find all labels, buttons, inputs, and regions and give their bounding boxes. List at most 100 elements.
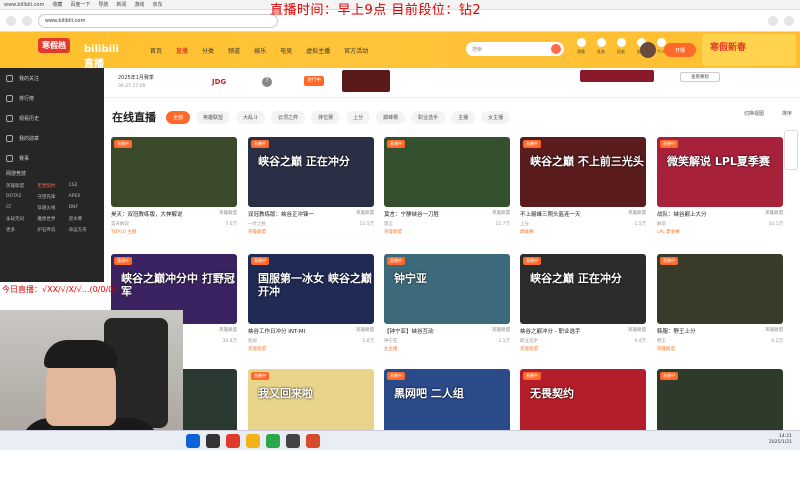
category-8[interactable]: DNF [69,205,98,211]
category-11[interactable]: 逆水寒 [69,216,98,222]
refresh-icon[interactable] [22,15,32,26]
category-7[interactable]: 穿越火线 [37,205,66,211]
card-tag[interactable]: 女主播 [384,346,510,352]
card-thumbnail[interactable]: 直播中 [111,137,237,207]
bookmark-6[interactable]: 京东 [152,1,162,8]
card-tag[interactable]: LPL 夏季赛 [657,229,783,235]
bookmark-0[interactable]: www.bilibili.com [4,2,44,8]
category-14[interactable]: 命运方舟 [69,227,98,233]
chip-2[interactable]: 大乱斗 [236,110,266,124]
chip-5[interactable]: 上分 [346,110,371,124]
card-title[interactable]: 韩服：野王上分 [657,327,696,335]
chip-3[interactable]: 云顶之弈 [271,110,306,124]
streamer-name[interactable]: 野王 [657,338,666,344]
avatar[interactable] [640,42,656,58]
card-thumbnail[interactable]: 直播中 峡谷之巅 不上前三光头 [520,137,646,207]
team-a[interactable]: JDG [212,78,226,86]
card-tag[interactable]: 巅峰赛 [520,229,646,235]
card-thumbnail[interactable]: 直播中 峡谷之巅 正在冲分 [248,137,374,207]
view-schedule-button[interactable]: 查看赛程 [680,72,720,82]
card-tag[interactable]: 英雄联盟 [657,346,783,352]
match-thumb[interactable] [342,70,390,92]
app-icon-1[interactable] [226,433,240,448]
live-card[interactable]: 直播中 昊天：双冠教练版，大神解说 英雄联盟 昊天解说 7.6万 TOP10 主播 [111,137,237,245]
live-card[interactable]: 直播中 莫言：宁静峡谷一刀胜 英雄联盟 莫言 15.7万 英雄联盟 [384,137,510,245]
live-card[interactable]: 直播中 韩服：野王上分 英雄联盟 野王 6.2万 英雄联盟 [657,254,783,362]
nav-item-2[interactable]: 分类 [202,46,214,55]
live-card[interactable]: 直播中 峡谷之巅 不上前三光头 不上巅峰三照头盔连一天 英雄联盟 上分 1.5万 巅峰赛 [520,137,646,245]
streamer-name[interactable]: 职业选手 [520,338,538,344]
system-clock[interactable]: 14:21 2025/1/21 [769,434,792,446]
nav-item-5[interactable]: 电竞 [280,46,292,55]
card-title[interactable]: 【钟宁亚】峡谷互动 [384,327,434,335]
back-icon[interactable] [6,15,16,26]
chip-0[interactable]: 全部 [166,110,191,124]
live-card[interactable]: 直播中 国服第一冰女 峡谷之巅开冲 峡谷工作日冲分 INT-MI 英雄联盟 巡视 5.8万… [248,254,374,362]
card-title[interactable]: 战队：峡谷巅上大分 [657,210,707,218]
card-thumbnail[interactable]: 直播中 黑网吧 二人组 [384,369,510,439]
card-title[interactable]: 峡谷工作日冲分 INT-MI [248,327,305,335]
sidebar-item-0[interactable]: 我的关注 [0,68,104,88]
category-1[interactable]: 无畏契约 [37,183,66,189]
bookmark-3[interactable]: 导航 [98,1,108,8]
tool-0[interactable]: 切换视图 [744,110,764,117]
bookmark-4[interactable]: 新闻 [116,1,126,8]
category-6[interactable]: CF [6,205,35,211]
search-task-icon[interactable] [206,433,220,448]
card-category[interactable]: 英雄联盟 [356,210,374,218]
chip-9[interactable]: 女主播 [481,110,511,124]
card-thumbnail[interactable]: 直播中 国服第一冰女 峡谷之巅开冲 [248,254,374,324]
card-thumbnail[interactable]: 直播中 峡谷之巅 正在冲分 [520,254,646,324]
card-thumbnail[interactable]: 直播中 [384,137,510,207]
streamer-name[interactable]: 解说 [657,221,666,227]
card-category[interactable]: 英雄联盟 [219,327,237,335]
header-icon-2[interactable]: 历史 [614,38,628,60]
floating-toolbar[interactable] [784,130,798,170]
streamer-name[interactable]: 一叶之秋 [248,221,266,227]
live-card[interactable]: 直播中我又回来啦我又回来啦英雄联盟 [248,369,374,477]
chip-6[interactable]: 巅峰赛 [376,110,406,124]
header-icon-1[interactable]: 任务 [594,38,608,60]
streamer-name[interactable]: 昊天解说 [111,221,129,227]
streamer-name[interactable]: 巡视 [248,338,257,344]
app-icon-2[interactable] [266,433,280,448]
card-tag[interactable]: 英雄联盟 [248,346,374,352]
card-thumbnail[interactable]: 直播中 无畏契约 [520,369,646,439]
streamer-name[interactable]: 钟宁亚 [384,338,398,344]
tool-1[interactable]: 排序 [782,110,792,117]
card-title[interactable]: 莫言：宁静峡谷一刀胜 [384,210,439,218]
category-13[interactable]: 炉石传说 [37,227,66,233]
category-9[interactable]: 永劫无间 [6,216,35,222]
card-category[interactable]: 英雄联盟 [628,210,646,218]
category-2[interactable]: CS2 [69,183,98,189]
card-thumbnail[interactable]: 直播中 [657,254,783,324]
streamer-name[interactable]: 莫言 [384,221,393,227]
start-icon[interactable] [186,433,200,448]
live-card[interactable]: 直播中 微笑解说 LPL夏季赛 战队：峡谷巅上大分 英雄联盟 解说 10.1万 LPL 夏季… [657,137,783,245]
card-category[interactable]: 英雄联盟 [219,210,237,218]
nav-item-3[interactable]: 频道 [228,46,240,55]
bookmark-2[interactable]: 百度一下 [70,1,90,8]
card-title[interactable]: 双冠教练版：峡谷正冲锋一 [248,210,314,218]
card-thumbnail[interactable]: 直播中 [657,369,783,439]
nav-item-4[interactable]: 娱乐 [254,46,266,55]
card-category[interactable]: 英雄联盟 [628,327,646,335]
live-card[interactable]: 直播中黑网吧 二人组黑网吧 二人组英雄联盟 [384,369,510,477]
card-thumbnail[interactable]: 直播中 微笑解说 LPL夏季赛 [657,137,783,207]
bookmark-5[interactable]: 游戏 [134,1,144,8]
team-b[interactable]: ? [262,77,272,87]
chip-8[interactable]: 主播 [451,110,476,124]
chip-4[interactable]: 排位赛 [311,110,341,124]
bookmark-1[interactable]: 收藏 [52,1,62,8]
sidebar-item-3[interactable]: 我的勋章 [0,128,104,148]
live-card[interactable]: 直播中 钟宁亚 【钟宁亚】峡谷互动 英雄联盟 钟宁亚 2.1万 女主播 [384,254,510,362]
streamer-name[interactable]: 上分 [520,221,529,227]
category-3[interactable]: DOTA2 [6,194,35,200]
card-thumbnail[interactable]: 直播中 钟宁亚 [384,254,510,324]
card-tag[interactable]: 英雄联盟 [520,346,646,352]
card-thumbnail[interactable]: 直播中 我又回来啦 [248,369,374,439]
sidebar-item-2[interactable]: 观看历史 [0,108,104,128]
url-input[interactable]: www.bilibili.com [38,13,278,28]
category-12[interactable]: 更多 [6,227,35,233]
card-category[interactable]: 英雄联盟 [765,327,783,335]
